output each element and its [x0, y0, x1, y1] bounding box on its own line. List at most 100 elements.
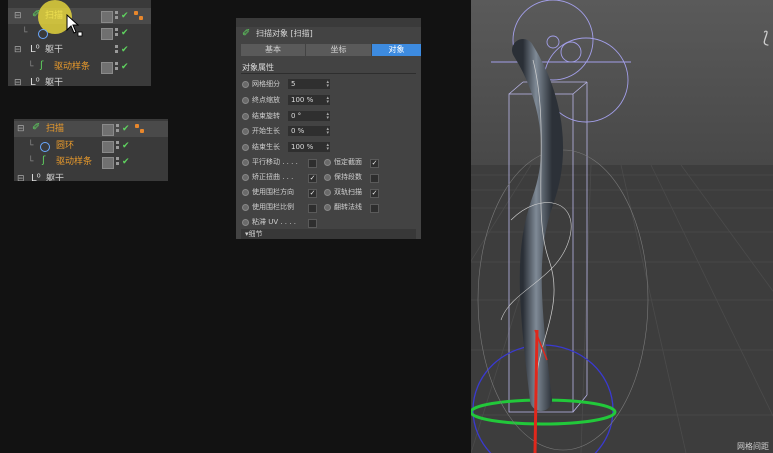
tree-line-icon: └	[28, 141, 34, 151]
tree-expand-icon[interactable]: ⊟	[14, 42, 22, 58]
option-sticky-uv[interactable]: 粘滞 UV . . . .	[242, 216, 322, 229]
object-row-trunk[interactable]: ⊟ L⁰ 躯干	[14, 171, 168, 181]
tab-basic[interactable]: 基本	[241, 44, 305, 56]
object-row-circle[interactable]: └ 圆环 ✔	[14, 138, 168, 154]
tab-object[interactable]: 对象	[372, 44, 421, 56]
param-value-input[interactable]: 100 % ▴ ▾	[288, 142, 330, 152]
visibility-dots-icon[interactable]	[116, 157, 120, 167]
option-label: 双轨扫描	[334, 188, 362, 196]
param-value-input[interactable]: 100 % ▴ ▾	[288, 95, 330, 105]
anim-radio-icon[interactable]	[242, 159, 249, 166]
enabled-check-icon[interactable]: ✔	[122, 141, 130, 151]
enabled-check-icon[interactable]: ✔	[122, 157, 130, 167]
param-end-growth[interactable]: 结束生长 100 % ▴ ▾	[242, 141, 342, 154]
param-value-input[interactable]: 5 ▴ ▾	[288, 79, 330, 89]
circle-spline-icon	[40, 142, 50, 152]
option-use-rail-direction[interactable]: 使用围栏方向 ✓	[242, 186, 322, 199]
option-use-rail-scale[interactable]: 使用围栏比例	[242, 201, 322, 214]
anim-radio-icon[interactable]	[242, 189, 249, 196]
tree-expand-icon[interactable]: ⊟	[17, 171, 25, 181]
option-checkbox[interactable]: ✓	[308, 174, 317, 183]
layer-tag-icon	[101, 28, 113, 40]
anim-radio-icon[interactable]	[242, 113, 249, 120]
anim-radio-icon[interactable]	[324, 189, 331, 196]
spline-icon: ʃ	[40, 60, 44, 71]
object-label: 躯干	[45, 45, 64, 55]
viewport-scene	[471, 0, 773, 453]
option-correct-twist[interactable]: 矫正扭曲 . . . ✓	[242, 171, 322, 184]
tab-coord[interactable]: 坐标	[306, 44, 371, 56]
option-checkbox[interactable]	[308, 204, 317, 213]
viewport[interactable]: ⟅ 网格间距	[471, 0, 773, 453]
param-value: 100 %	[291, 143, 314, 151]
enabled-check-icon[interactable]: ✔	[121, 45, 129, 55]
details-section-toggle[interactable]: ▾细节	[241, 229, 416, 239]
option-checkbox[interactable]	[308, 159, 317, 168]
object-row-drive-spline[interactable]: └ ʃ 驱动样条 ✔	[8, 59, 151, 75]
param-end-rotation[interactable]: 结束旋转 0 ° ▴ ▾	[242, 110, 342, 123]
anim-radio-icon[interactable]	[242, 219, 249, 226]
option-parallel-move[interactable]: 平行移动 . . . .	[242, 156, 322, 169]
attribute-title: 扫描对象 [扫描]	[256, 29, 313, 38]
object-label: 圆环	[56, 141, 75, 151]
anim-radio-icon[interactable]	[324, 204, 331, 211]
param-mesh-subdivision[interactable]: 网格细分 5 ▴ ▾	[242, 78, 342, 91]
visibility-dots-icon[interactable]	[115, 11, 119, 21]
section-divider	[241, 73, 416, 74]
option-label: 使用围栏方向	[252, 188, 294, 196]
visibility-dots-icon[interactable]	[115, 28, 119, 38]
anim-radio-icon[interactable]	[242, 174, 249, 181]
anim-radio-icon[interactable]	[324, 174, 331, 181]
visibility-dots-icon[interactable]	[115, 62, 119, 72]
tree-expand-icon[interactable]: ⊟	[14, 8, 22, 24]
enabled-check-icon[interactable]: ✔	[121, 11, 129, 21]
spinner-icon[interactable]: ▴ ▾	[326, 96, 329, 105]
attribute-menubar	[236, 18, 421, 27]
attribute-tabs: 基本 坐标 对象	[241, 44, 421, 56]
anim-radio-icon[interactable]	[242, 204, 249, 211]
object-row-trunk[interactable]: ⊟ L⁰ 躯干 ✔	[8, 42, 151, 58]
object-manager-top: ⊟ ✐ 扫描 ✔ └ ✔ ⊟ L⁰ 躯干 ✔ └ ʃ 驱动样条 ✔ ⊟ L⁰ 躯…	[8, 0, 151, 86]
option-checkbox[interactable]	[370, 204, 379, 213]
option-checkbox[interactable]	[308, 219, 317, 228]
param-end-scale[interactable]: 终点缩放 100 % ▴ ▾	[242, 94, 342, 107]
option-dual-rail[interactable]: 双轨扫描 ✓	[324, 186, 384, 199]
anim-radio-icon[interactable]	[242, 128, 249, 135]
spinner-icon[interactable]: ▴ ▾	[326, 127, 329, 136]
anim-radio-icon[interactable]	[242, 97, 249, 104]
param-value: 100 %	[291, 96, 314, 104]
option-constant-section[interactable]: 恒定截面 ✓	[324, 156, 384, 169]
spinner-icon[interactable]: ▴ ▾	[326, 112, 329, 121]
param-value-input[interactable]: 0 ° ▴ ▾	[288, 111, 330, 121]
param-start-growth[interactable]: 开始生长 0 % ▴ ▾	[242, 125, 342, 138]
enabled-check-icon[interactable]: ✔	[121, 62, 129, 72]
viewport-corner-icon[interactable]: ⟅	[763, 28, 769, 47]
enabled-check-icon[interactable]: ✔	[121, 28, 129, 38]
object-row-trunk-2[interactable]: ⊟ L⁰ 躯干	[8, 75, 151, 86]
param-value-input[interactable]: 0 % ▴ ▾	[288, 126, 330, 136]
spinner-icon[interactable]: ▴ ▾	[326, 80, 329, 89]
object-label: 躯干	[45, 78, 64, 86]
tree-expand-icon[interactable]: ⊟	[17, 121, 25, 137]
object-row-sweep[interactable]: ⊟ ✐ 扫描 ✔	[14, 121, 168, 137]
tree-line-icon: └	[22, 28, 28, 38]
enabled-check-icon[interactable]: ✔	[122, 124, 130, 134]
null-object-icon: L⁰	[31, 173, 41, 181]
option-checkbox[interactable]: ✓	[370, 189, 379, 198]
anim-radio-icon[interactable]	[242, 81, 249, 88]
option-flip-normals[interactable]: 翻转法线	[324, 201, 384, 214]
option-label: 恒定截面	[334, 158, 362, 166]
object-row-drive-spline[interactable]: └ ʃ 驱动样条 ✔	[14, 154, 168, 170]
option-checkbox[interactable]	[370, 174, 379, 183]
tree-expand-icon[interactable]: ⊟	[14, 75, 22, 86]
spinner-icon[interactable]: ▴ ▾	[326, 143, 329, 152]
option-checkbox[interactable]: ✓	[308, 189, 317, 198]
anim-radio-icon[interactable]	[242, 144, 249, 151]
option-checkbox[interactable]: ✓	[370, 159, 379, 168]
layer-tag-icon	[101, 62, 113, 74]
visibility-dots-icon[interactable]	[116, 141, 120, 151]
visibility-dots-icon[interactable]	[116, 124, 120, 134]
anim-radio-icon[interactable]	[324, 159, 331, 166]
option-keep-segments[interactable]: 保持段数	[324, 171, 384, 184]
visibility-dots-icon[interactable]	[115, 45, 119, 55]
